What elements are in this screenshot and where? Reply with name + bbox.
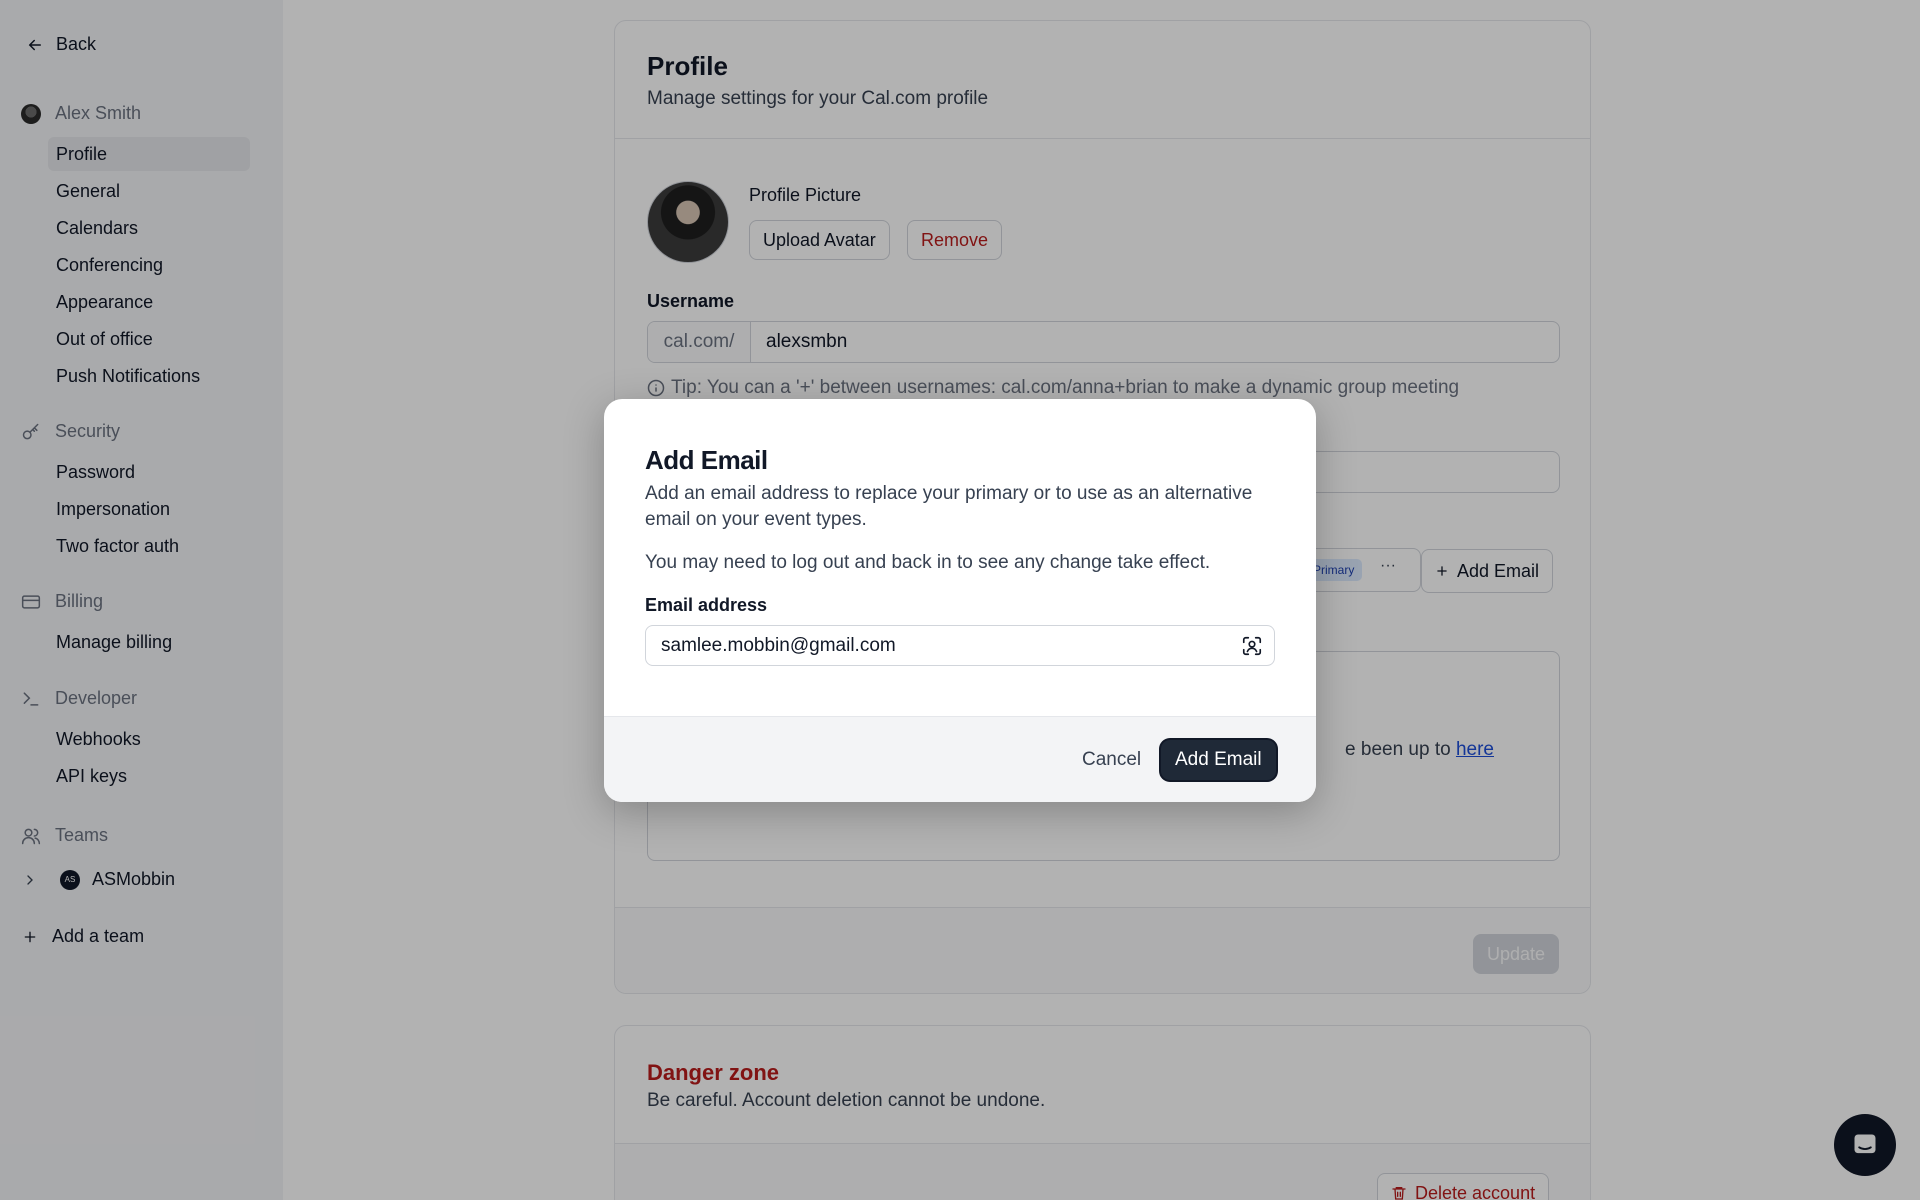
dialog-title: Add Email	[645, 445, 768, 475]
email-address-label: Email address	[645, 595, 768, 615]
email-address-input[interactable]: samlee.mobbin@gmail.com	[645, 625, 1275, 666]
face-scan-icon[interactable]	[1241, 635, 1263, 657]
dialog-note: You may need to log out and back in to s…	[645, 552, 1211, 573]
dialog-description: Add an email address to replace your pri…	[645, 483, 1253, 530]
add-email-dialog: Add Email Add an email address to replac…	[604, 399, 1316, 802]
dialog-footer: Cancel Add Email	[604, 716, 1316, 802]
cancel-button[interactable]: Cancel	[1070, 740, 1153, 780]
add-email-submit-button[interactable]: Add Email	[1161, 740, 1276, 780]
